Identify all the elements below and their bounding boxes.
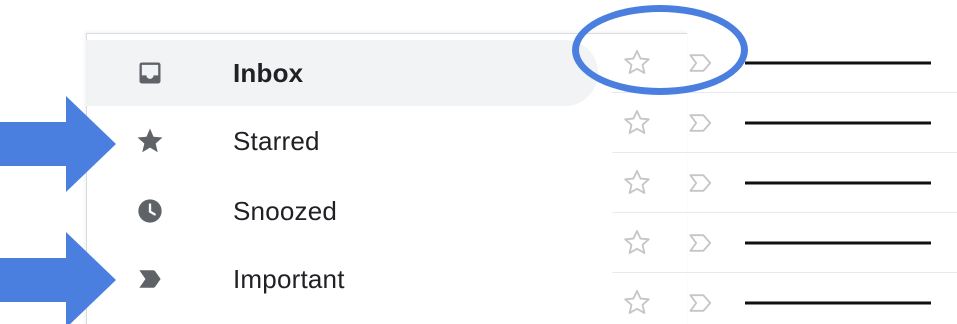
clock-icon — [134, 195, 166, 227]
important-outline-icon[interactable] — [684, 286, 718, 320]
sidebar-item-snoozed[interactable]: Snoozed — [86, 178, 598, 244]
redacted-subject — [745, 181, 931, 184]
star-outline-icon[interactable] — [620, 286, 654, 320]
sidebar-item-label: Inbox — [233, 57, 304, 88]
sidebar-item-label: Starred — [233, 125, 320, 156]
star-outline-icon[interactable] — [620, 46, 654, 80]
important-outline-icon[interactable] — [684, 166, 718, 200]
mail-list — [612, 33, 957, 324]
mail-row[interactable] — [612, 93, 957, 153]
important-label-icon — [134, 263, 166, 295]
sidebar-item-inbox[interactable]: Inbox — [86, 40, 598, 106]
star-icon — [134, 125, 166, 157]
sidebar-item-label: Important — [233, 263, 345, 294]
star-outline-icon[interactable] — [620, 106, 654, 140]
redacted-subject — [745, 301, 931, 304]
star-outline-icon[interactable] — [620, 226, 654, 260]
mail-row[interactable] — [612, 273, 957, 324]
gmail-screenshot: Inbox Starred Snoozed Important — [0, 0, 957, 324]
sidebar-item-important[interactable]: Important — [86, 246, 598, 312]
redacted-subject — [745, 61, 931, 64]
redacted-subject — [745, 241, 931, 244]
important-outline-icon[interactable] — [684, 46, 718, 80]
sidebar-item-label: Snoozed — [233, 195, 338, 226]
mail-row[interactable] — [612, 213, 957, 273]
mail-row[interactable] — [612, 153, 957, 213]
star-outline-icon[interactable] — [620, 166, 654, 200]
redacted-subject — [745, 121, 931, 124]
sidebar-item-starred[interactable]: Starred — [86, 108, 598, 174]
important-outline-icon[interactable] — [684, 106, 718, 140]
inbox-icon — [134, 57, 166, 89]
important-outline-icon[interactable] — [684, 226, 718, 260]
mail-row[interactable] — [612, 33, 957, 93]
